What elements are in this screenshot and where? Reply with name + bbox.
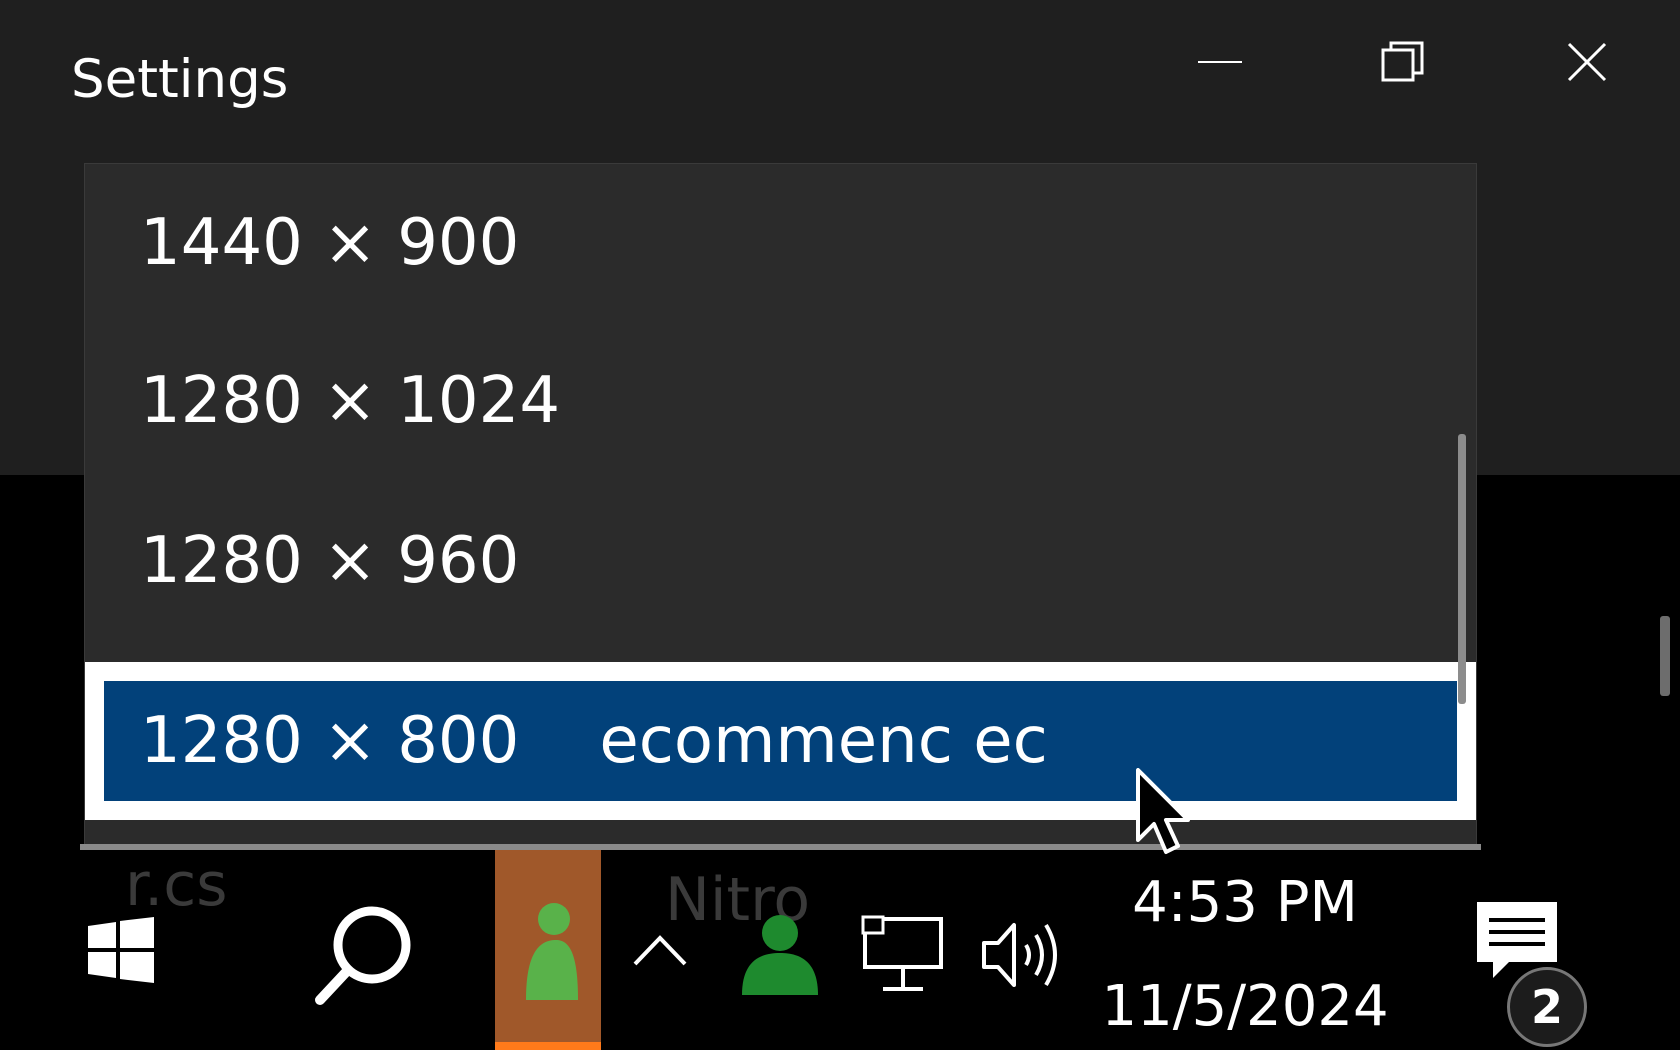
pinned-app-icon: [526, 903, 578, 1000]
people-button[interactable]: [735, 905, 825, 1000]
background-content: [1476, 475, 1680, 850]
clock-button[interactable]: 4:53 PM 11/5/2024: [1101, 870, 1388, 1040]
title-bar[interactable]: Settings: [0, 0, 1680, 160]
option-label: 1280 × 1024: [140, 364, 561, 438]
windows-start-icon: [88, 917, 154, 983]
option-label: 1280 × 800: [140, 704, 520, 778]
minimize-button[interactable]: [1145, 18, 1295, 106]
show-hidden-icons-button[interactable]: [625, 910, 695, 990]
dropdown-option[interactable]: 1280 × 1024: [85, 322, 1476, 480]
restore-button[interactable]: [1328, 18, 1478, 106]
dropdown-option-selected[interactable]: 1280 × 800 ecommenc ec: [85, 662, 1476, 820]
dropdown-scrollbar-thumb[interactable]: [1458, 434, 1466, 704]
active-app-indicator: [495, 1042, 601, 1050]
option-label: 1280 × 960: [140, 524, 520, 598]
dropdown-option[interactable]: 1440 × 900: [85, 164, 1476, 322]
option-recommended-note: ecommenc ec: [599, 704, 1048, 778]
close-icon: [1567, 42, 1607, 82]
minimize-icon: [1198, 61, 1242, 63]
pinned-app-button[interactable]: [495, 850, 601, 1050]
action-center-button[interactable]: 2: [1465, 895, 1595, 1047]
network-icon: [861, 915, 943, 991]
close-button[interactable]: [1512, 18, 1662, 106]
taskbar: r.cs Nitro 4:53 PM 11/5/2024 2: [0, 850, 1680, 1050]
volume-icon: [981, 923, 1057, 987]
window-title: Settings: [71, 49, 289, 110]
start-button[interactable]: [76, 910, 166, 990]
search-button[interactable]: [300, 890, 430, 1020]
selection-highlight: 1280 × 800 ecommenc ec: [104, 681, 1457, 801]
notification-count-badge: 2: [1507, 967, 1587, 1047]
search-icon: [315, 906, 411, 1005]
network-button[interactable]: [855, 910, 950, 1000]
restore-icon: [1381, 41, 1424, 82]
people-icon: [742, 914, 818, 995]
page-scrollbar-thumb[interactable]: [1660, 616, 1670, 696]
option-label: 1440 × 900: [140, 206, 520, 280]
resolution-dropdown-list: 1440 × 900 1280 × 1024 1280 × 960 1280 ×…: [85, 164, 1476, 848]
selection-border: 1280 × 800 ecommenc ec: [95, 672, 1466, 810]
mouse-cursor-icon: [1136, 768, 1190, 854]
dropdown-option[interactable]: 1280 × 960: [85, 482, 1476, 640]
chevron-up-icon: [633, 935, 687, 966]
clock-date: 11/5/2024: [1101, 974, 1389, 1039]
clock-time: 4:53 PM: [1132, 870, 1358, 935]
volume-button[interactable]: [975, 910, 1070, 1000]
